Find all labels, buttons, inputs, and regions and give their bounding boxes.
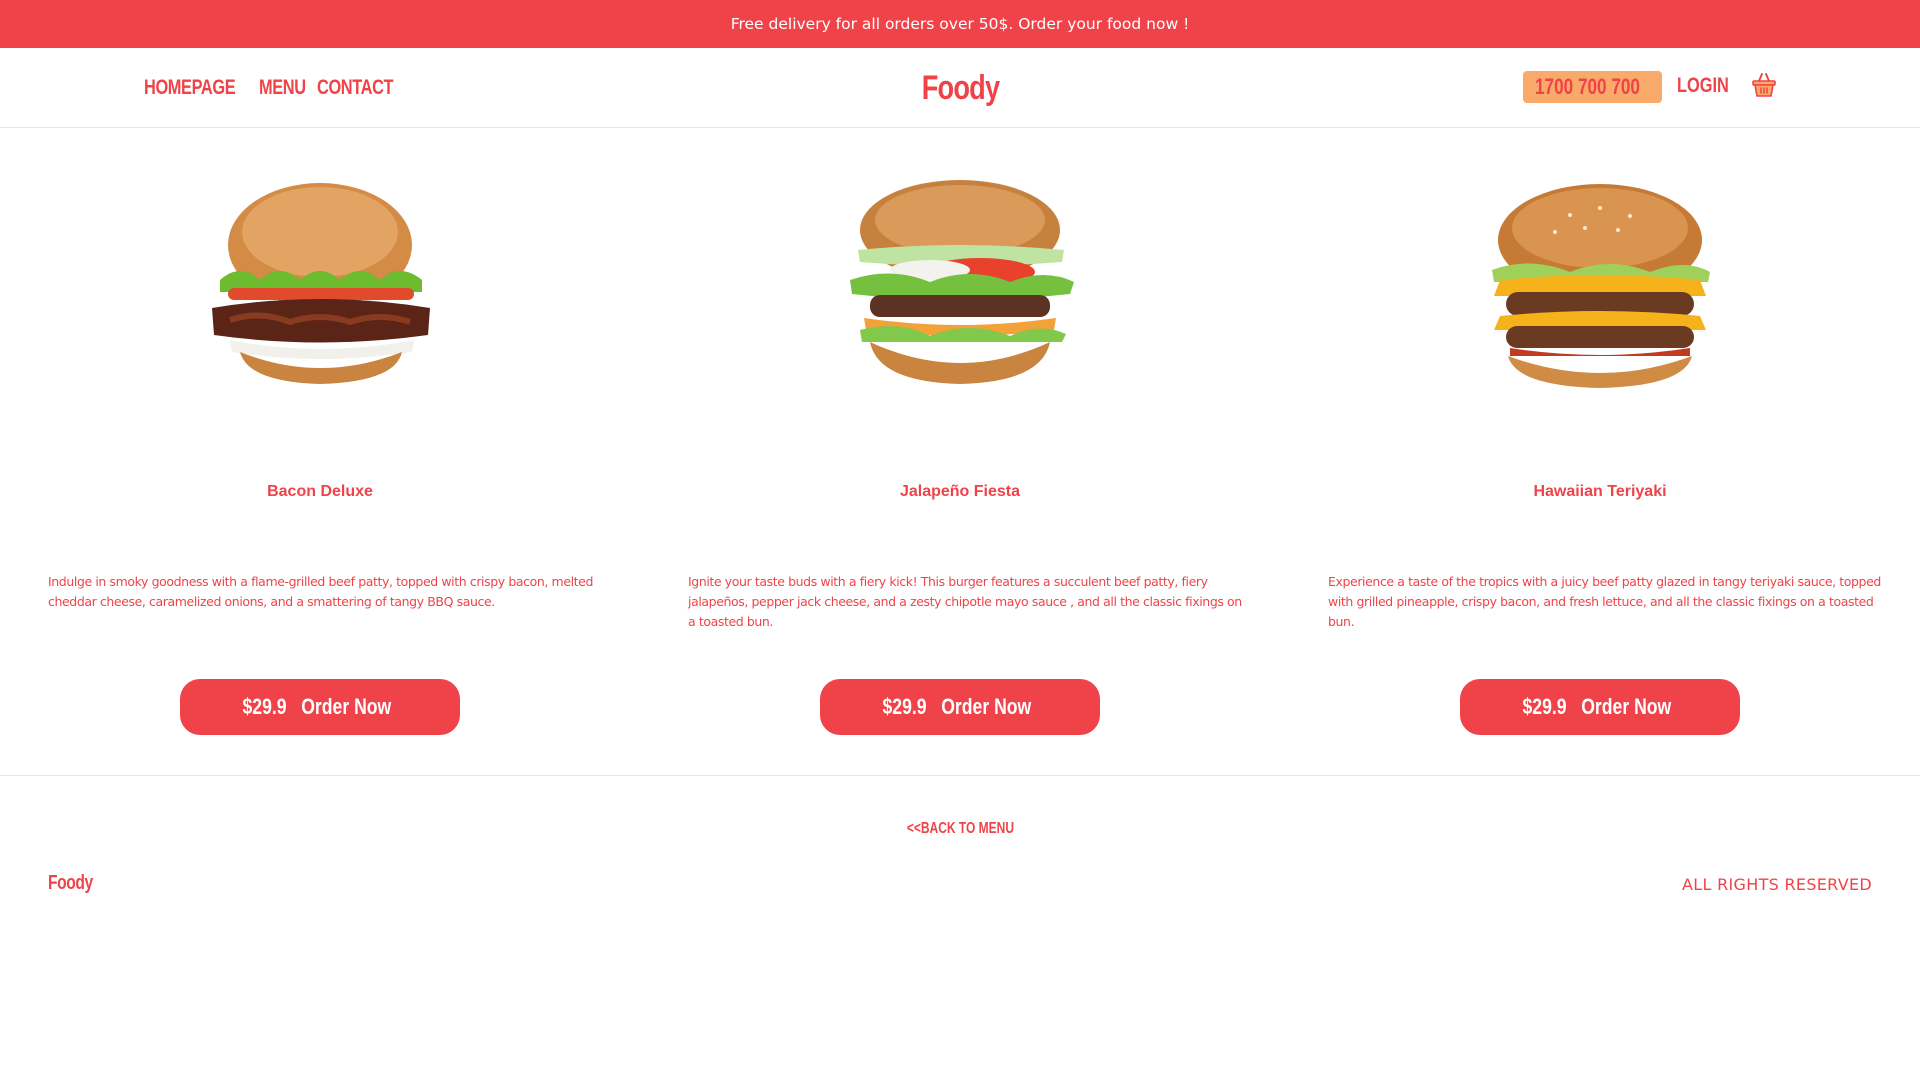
phone-number: 1700 700 700 [1535,74,1640,99]
product-card: Jalapeño Fiesta Ignite your taste buds w… [640,128,1280,776]
product-price: $29.9 [882,694,927,719]
product-name: Jalapeño Fiesta [899,483,1021,500]
burger-image [850,180,1074,384]
order-now-button[interactable]: $29.9 Order Now [1460,679,1740,735]
basket-icon[interactable] [1751,71,1777,99]
order-now-label: Order Now [941,694,1032,719]
navbar: HOMEPAGE MENU CONTACT Foody 1700 700 700… [0,48,1920,128]
burger-image [1492,184,1710,388]
product-name: Hawaiian Teriyaki [1533,483,1667,500]
order-now-label: Order Now [301,694,392,719]
burger-image [212,183,430,384]
product-card: Hawaiian Teriyaki Experience a taste of … [1280,128,1920,776]
product-description: Ignite your taste buds with a fiery kick… [688,574,1242,629]
product-card: Bacon Deluxe Indulge in smoky goodness w… [0,128,640,776]
promo-banner-text: Free delivery for all orders over 50$. O… [730,15,1190,33]
footer-logo[interactable]: Foody [48,872,93,895]
login-link[interactable]: LOGIN [1677,74,1729,98]
phone-button[interactable]: 1700 700 700 [1523,71,1662,103]
product-description: Experience a taste of the tropics with a… [1328,574,1881,629]
order-now-button[interactable]: $29.9 Order Now [820,679,1100,735]
order-now-label: Order Now [1581,694,1672,719]
footer-rights-text: ALL RIGHTS RESERVED [1682,875,1872,894]
product-grid: Bacon Deluxe Indulge in smoky goodness w… [0,128,1920,776]
order-now-button[interactable]: $29.9 Order Now [180,679,460,735]
nav-right: 1700 700 700 LOGIN [0,48,1920,128]
product-price: $29.9 [1522,694,1567,719]
product-price: $29.9 [242,694,287,719]
product-description: Indulge in smoky goodness with a flame-g… [48,574,594,609]
section-divider [0,775,1920,776]
product-name: Bacon Deluxe [267,483,373,500]
back-link-container: <<BACK TO MENU [0,820,1920,838]
back-to-menu-link[interactable]: <<BACK TO MENU [906,820,1013,838]
promo-banner: Free delivery for all orders over 50$. O… [0,0,1920,48]
